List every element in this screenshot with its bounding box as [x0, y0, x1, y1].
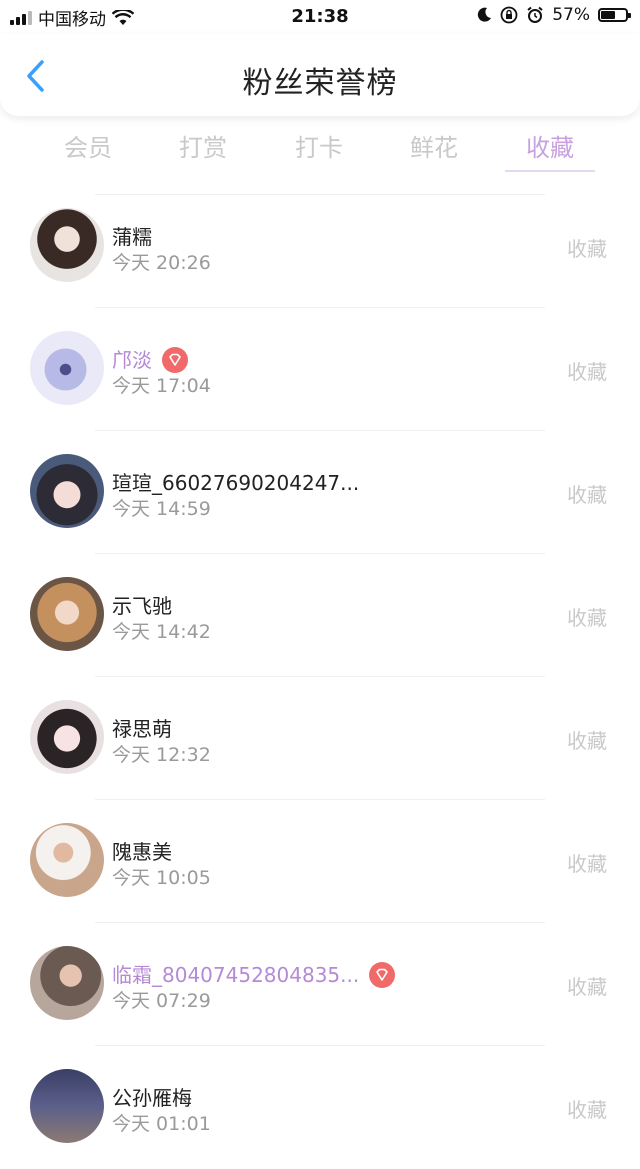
avatar — [30, 1069, 104, 1143]
fan-name: 示飞驰 — [112, 594, 172, 618]
list-item[interactable]: 示飞驰 今天 14:42 收藏 — [0, 554, 640, 677]
alarm-icon — [527, 6, 543, 23]
status-bar: 中国移动 21:38 57% — [0, 0, 640, 34]
diamond-badge-icon — [369, 961, 396, 988]
action-label[interactable]: 收藏 — [567, 356, 607, 385]
fan-name: 瑄瑄_66027690204247... — [112, 471, 360, 495]
avatar — [30, 700, 104, 774]
action-label[interactable]: 收藏 — [567, 1094, 607, 1123]
page-title: 粉丝荣誉榜 — [242, 66, 398, 101]
action-label[interactable]: 收藏 — [567, 971, 607, 1000]
fan-name: 蒲糯 — [112, 225, 152, 249]
list-item[interactable]: 临霜_80407452804835... 今天 07:29 收藏 — [0, 923, 640, 1046]
action-label[interactable]: 收藏 — [567, 602, 607, 631]
list-item[interactable]: 隗惠美 今天 10:05 收藏 — [0, 800, 640, 923]
fan-list: 蒲糯 今天 20:26 收藏 邝淡 今天 17:04 收藏 瑄瑄_6602769… — [0, 185, 640, 1169]
list-item[interactable]: 公孙雁梅 今天 01:01 收藏 — [0, 1046, 640, 1169]
fan-time: 今天 17:04 — [112, 375, 211, 397]
fan-time: 今天 01:01 — [112, 1113, 211, 1135]
battery-icon — [598, 8, 631, 22]
fan-time: 今天 12:32 — [112, 744, 211, 766]
action-label[interactable]: 收藏 — [567, 848, 607, 877]
fan-name: 禄思萌 — [112, 717, 172, 741]
avatar — [30, 823, 104, 897]
fan-time: 今天 14:59 — [112, 498, 211, 520]
fan-time: 今天 20:26 — [112, 252, 211, 274]
avatar — [30, 331, 104, 405]
action-label[interactable]: 收藏 — [567, 725, 607, 754]
fan-name-vip: 邝淡 — [112, 344, 188, 375]
fan-name: 公孙雁梅 — [112, 1086, 192, 1110]
tab-favorites[interactable]: 收藏 — [505, 128, 595, 163]
avatar — [30, 577, 104, 651]
moon-icon — [478, 7, 492, 22]
list-item[interactable]: 禄思萌 今天 12:32 收藏 — [0, 677, 640, 800]
fan-name: 临霜_80407452804835... — [112, 963, 360, 987]
list-item[interactable]: 蒲糯 今天 20:26 收藏 — [0, 185, 640, 308]
fan-time: 今天 10:05 — [112, 867, 211, 889]
tab-checkin[interactable]: 打卡 — [274, 128, 364, 163]
list-item[interactable]: 邝淡 今天 17:04 收藏 — [0, 308, 640, 431]
fan-name: 隗惠美 — [112, 840, 172, 864]
action-label[interactable]: 收藏 — [567, 233, 607, 262]
tab-flowers[interactable]: 鲜花 — [389, 128, 479, 163]
avatar — [30, 208, 104, 282]
active-tab-indicator — [505, 170, 595, 172]
nav-bar: 粉丝荣誉榜 — [0, 34, 640, 116]
fan-time: 今天 07:29 — [112, 990, 211, 1012]
rotation-lock-icon — [500, 6, 518, 24]
list-item[interactable]: 瑄瑄_66027690204247... 今天 14:59 收藏 — [0, 431, 640, 554]
action-label[interactable]: 收藏 — [567, 479, 607, 508]
fan-name-vip: 临霜_80407452804835... — [112, 959, 396, 990]
tab-bar: 会员 打赏 打卡 鲜花 收藏 — [0, 120, 640, 176]
fan-name: 邝淡 — [112, 348, 152, 372]
avatar — [30, 946, 104, 1020]
avatar — [30, 454, 104, 528]
fan-time: 今天 14:42 — [112, 621, 211, 643]
tab-reward[interactable]: 打赏 — [158, 128, 248, 163]
battery-percent: 57% — [552, 5, 590, 25]
diamond-badge-icon — [162, 346, 188, 373]
tab-member[interactable]: 会员 — [43, 128, 133, 163]
status-right: 57% — [476, 5, 631, 25]
